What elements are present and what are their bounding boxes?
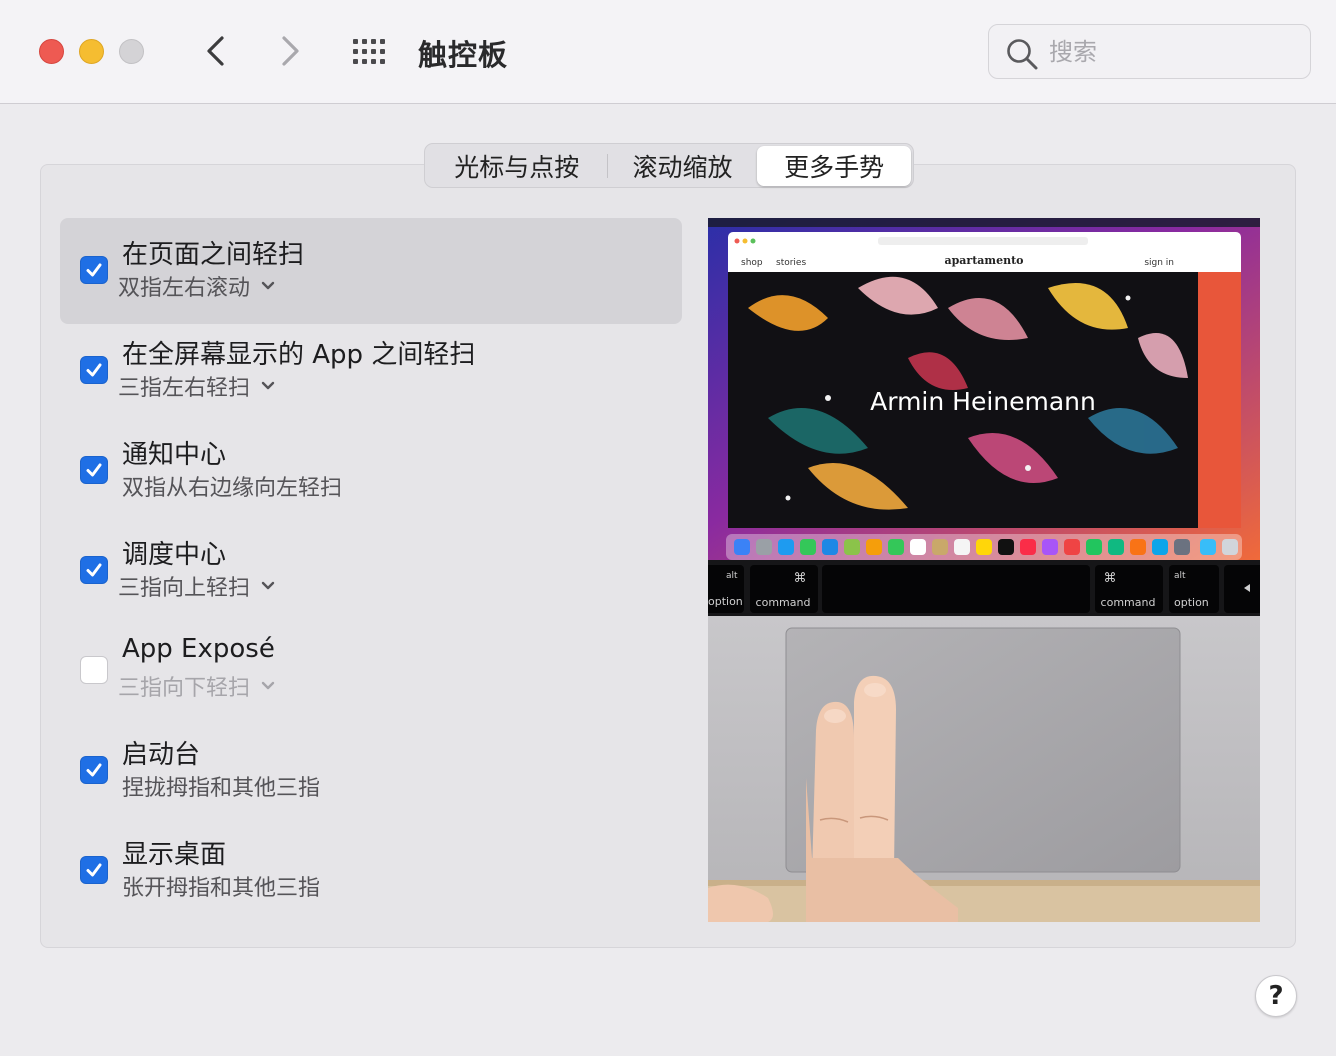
gesture-row-swipe-between-fullscreen-apps[interactable]: 在全屏幕显示的 App 之间轻扫 三指左右轻扫 (60, 318, 682, 424)
checkmark-icon (86, 463, 102, 477)
gesture-row-app-expose[interactable]: App Exposé 三指向下轻扫 (60, 618, 682, 724)
chevron-down-icon (261, 681, 275, 690)
gesture-title: App Exposé (122, 634, 275, 664)
tab-bar: 光标与点按 滚动缩放 更多手势 (424, 143, 914, 188)
tab-scroll-and-zoom[interactable]: 滚动缩放 (608, 146, 758, 186)
gesture-row-swipe-between-pages[interactable]: 在页面之间轻扫 双指左右滚动 (60, 218, 682, 324)
checkbox-swipe-between-pages[interactable] (80, 256, 108, 284)
window-title: 触控板 (418, 38, 509, 72)
help-button[interactable]: ? (1255, 975, 1297, 1017)
sign-in-link: sign in (1144, 258, 1174, 268)
gesture-row-launchpad[interactable]: 启动台 捏拢拇指和其他三指 (60, 718, 682, 824)
gesture-title: 调度中心 (122, 540, 227, 570)
gesture-title: 显示桌面 (122, 840, 227, 870)
gesture-title: 在全屏幕显示的 App 之间轻扫 (122, 340, 476, 370)
gesture-option-dropdown: 三指向下轻扫 (118, 670, 276, 702)
search-input[interactable] (1049, 35, 1289, 69)
show-all-grid-icon[interactable] (350, 36, 392, 68)
forward-chevron-icon[interactable] (270, 30, 310, 72)
tab-more-gestures[interactable]: 更多手势 (757, 145, 911, 186)
site-name: apartamento (944, 254, 1023, 267)
gesture-subtitle: 三指左右轻扫 (118, 376, 251, 401)
key-option-left: option (708, 595, 743, 608)
title-bar: 触控板 (0, 0, 1336, 104)
gesture-title: 通知中心 (122, 440, 227, 470)
gesture-title: 启动台 (122, 740, 201, 770)
close-button[interactable] (39, 39, 64, 64)
chevron-down-icon (261, 281, 275, 290)
gesture-subtitle: 双指左右滚动 (118, 276, 251, 301)
dock-app-icons (734, 539, 1238, 555)
gesture-row-mission-control[interactable]: 调度中心 三指向上轻扫 (60, 518, 682, 624)
search-field[interactable] (988, 24, 1311, 79)
checkmark-icon (86, 563, 102, 577)
key-command-left: command (756, 596, 811, 609)
gesture-subtitle: 张开拇指和其他三指 (122, 876, 321, 901)
gesture-row-show-desktop[interactable]: 显示桌面 张开拇指和其他三指 (60, 818, 682, 924)
checkmark-icon (86, 863, 102, 877)
key-command-right: command (1101, 596, 1156, 609)
browser-tab-stories: stories (776, 258, 806, 268)
browser-tab-shop: shop (741, 258, 763, 268)
gesture-option-dropdown[interactable]: 双指左右滚动 (118, 270, 276, 302)
checkbox-mission-control[interactable] (80, 556, 108, 584)
gesture-subtitle: 三指向下轻扫 (118, 676, 251, 701)
gesture-row-notification-center[interactable]: 通知中心 双指从右边缘向左轻扫 (60, 418, 682, 524)
search-icon (1007, 39, 1038, 70)
checkbox-app-expose[interactable] (80, 656, 108, 684)
checkbox-swipe-between-fullscreen-apps[interactable] (80, 356, 108, 384)
tab-point-and-click[interactable]: 光标与点按 (427, 146, 607, 186)
key-alt-left: alt (726, 571, 738, 581)
checkmark-icon (86, 763, 102, 777)
gesture-subtitle: 双指从右边缘向左轻扫 (122, 476, 343, 501)
gesture-subtitle: 三指向上轻扫 (118, 576, 251, 601)
zoom-button[interactable] (119, 39, 144, 64)
key-alt-right: alt (1174, 571, 1186, 581)
gesture-option-dropdown[interactable]: 三指向上轻扫 (118, 570, 276, 602)
minimize-button[interactable] (79, 39, 104, 64)
gesture-option-dropdown[interactable]: 三指左右轻扫 (118, 370, 276, 402)
key-cmd-symbol-left: ⌘ (794, 571, 807, 586)
hero-title: Armin Heinemann (870, 387, 1096, 416)
key-cmd-symbol-right: ⌘ (1104, 571, 1117, 586)
checkbox-launchpad[interactable] (80, 756, 108, 784)
checkmark-icon (86, 363, 102, 377)
chevron-down-icon (261, 581, 275, 590)
checkbox-show-desktop[interactable] (80, 856, 108, 884)
gesture-subtitle: 捏拢拇指和其他三指 (122, 776, 321, 801)
gesture-preview-video: shop stories apartamento sign in Armin H… (708, 218, 1260, 922)
back-chevron-icon[interactable] (196, 30, 236, 72)
gesture-title: 在页面之间轻扫 (122, 240, 305, 270)
checkbox-notification-center[interactable] (80, 456, 108, 484)
chevron-down-icon (261, 381, 275, 390)
macbook-trackpad-illustration: shop stories apartamento sign in Armin H… (708, 218, 1260, 922)
checkmark-icon (86, 263, 102, 277)
key-option-right: option (1174, 596, 1209, 609)
